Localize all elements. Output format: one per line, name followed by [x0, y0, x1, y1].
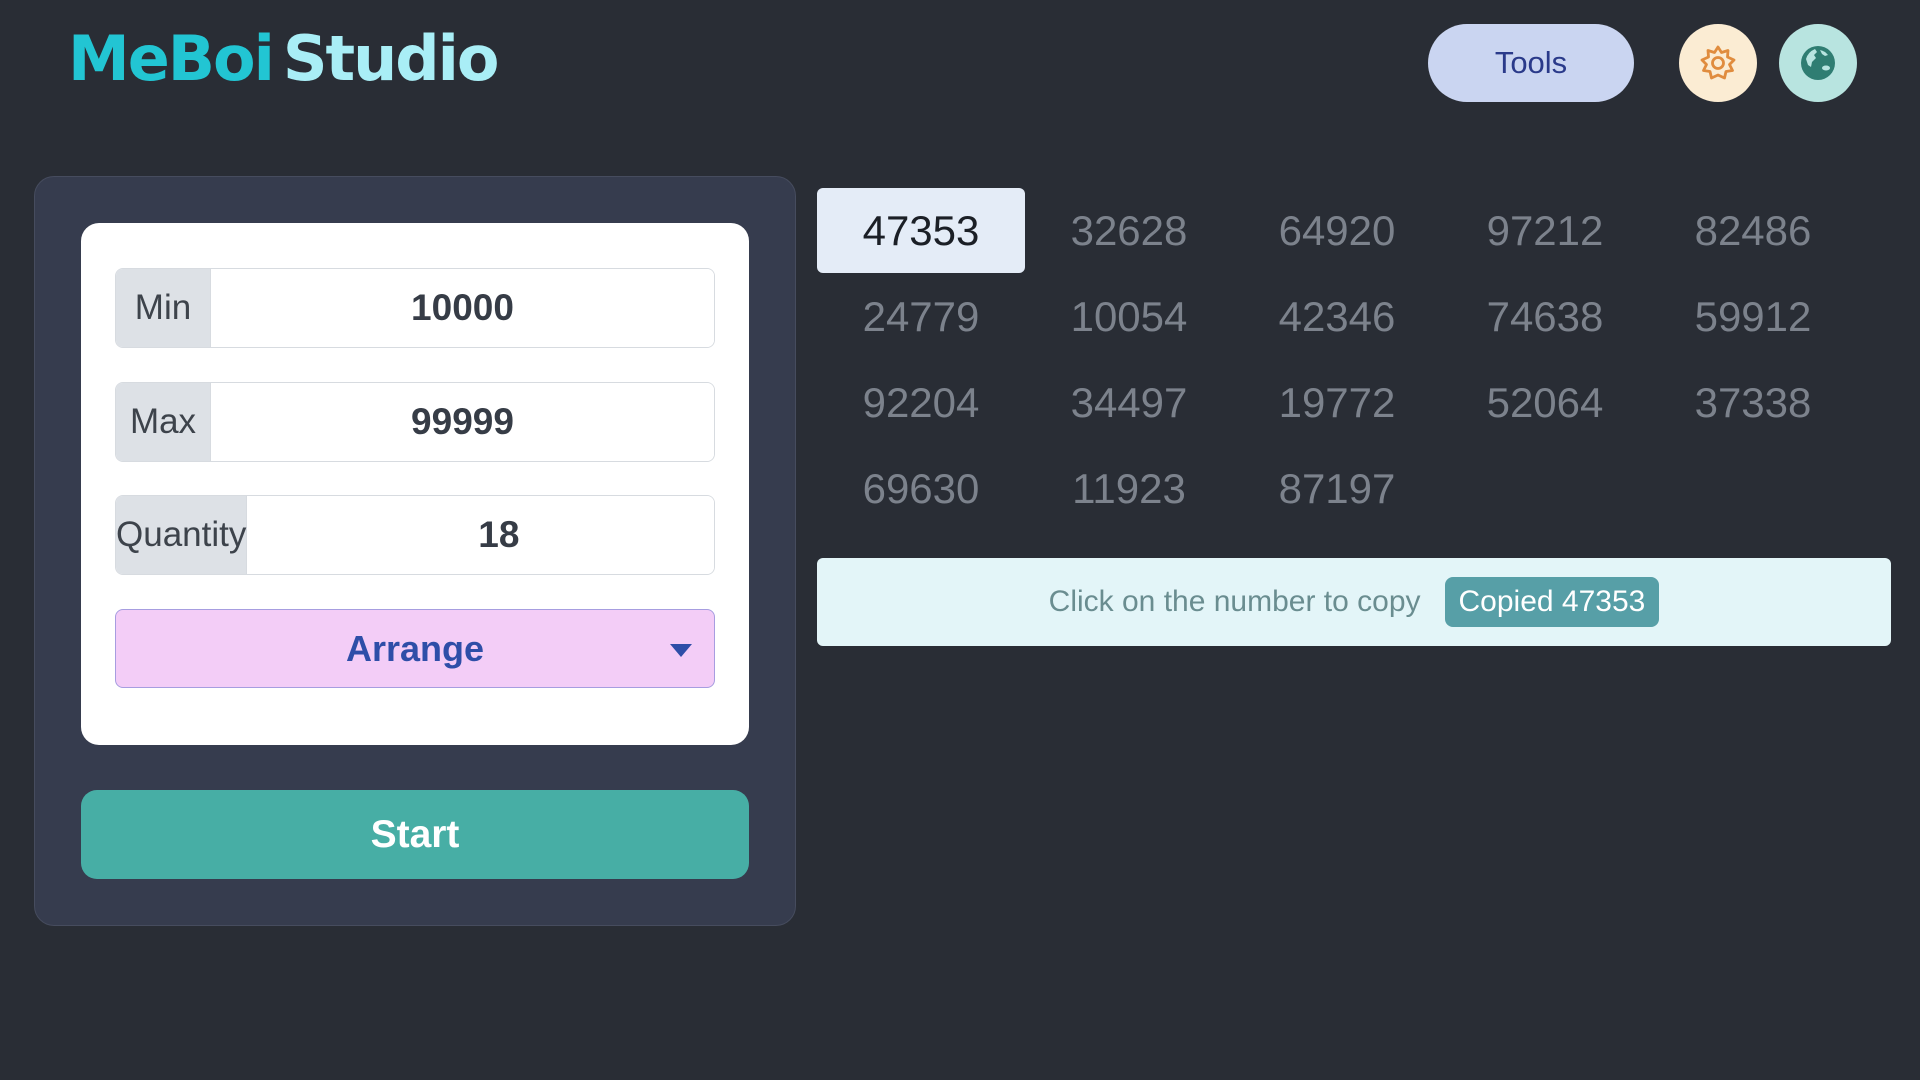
quantity-field: Quantity	[115, 495, 715, 575]
result-number[interactable]: 69630	[817, 446, 1025, 531]
settings-button[interactable]	[1679, 24, 1757, 102]
logo-primary-text: MeBoi	[68, 22, 275, 95]
result-number[interactable]: 87197	[1233, 446, 1441, 531]
copy-hint: Click on the number to copy	[1048, 585, 1421, 618]
app-header: MeBoi Studio Tools	[0, 0, 1920, 130]
result-number[interactable]: 37338	[1649, 360, 1857, 445]
result-number[interactable]: 47353	[817, 188, 1025, 273]
arrange-select[interactable]: Arrange	[115, 609, 715, 688]
result-number[interactable]: 52064	[1441, 360, 1649, 445]
result-number[interactable]: 92204	[817, 360, 1025, 445]
result-number[interactable]: 11923	[1025, 446, 1233, 531]
quantity-input[interactable]	[247, 496, 714, 574]
result-number[interactable]: 74638	[1441, 274, 1649, 359]
min-field: Min	[115, 268, 715, 348]
logo-secondary-text: Studio	[282, 22, 500, 95]
result-number[interactable]: 42346	[1233, 274, 1441, 359]
quantity-label: Quantity	[116, 496, 248, 574]
result-number[interactable]: 64920	[1233, 188, 1441, 273]
max-label: Max	[116, 383, 211, 461]
result-number[interactable]: 32628	[1025, 188, 1233, 273]
result-number[interactable]: 19772	[1233, 360, 1441, 445]
tools-button[interactable]: Tools	[1428, 24, 1634, 102]
chevron-down-icon	[670, 644, 692, 657]
gear-icon	[1700, 45, 1736, 80]
logo: MeBoi Studio	[68, 22, 500, 95]
result-number[interactable]: 82486	[1649, 188, 1857, 273]
result-number[interactable]: 10054	[1025, 274, 1233, 359]
result-number[interactable]: 24779	[817, 274, 1025, 359]
start-button[interactable]: Start	[81, 790, 749, 879]
min-label: Min	[116, 269, 211, 347]
copied-badge: Copied 47353	[1444, 577, 1660, 627]
copy-info-bar: Click on the number to copy Copied 47353	[817, 558, 1891, 646]
arrange-selected-value: Arrange	[345, 627, 485, 669]
max-input[interactable]	[211, 383, 714, 461]
result-number[interactable]: 59912	[1649, 274, 1857, 359]
result-number[interactable]: 97212	[1441, 188, 1649, 273]
min-input[interactable]	[211, 269, 714, 347]
max-field: Max	[115, 382, 715, 462]
language-button[interactable]	[1779, 24, 1857, 102]
result-number[interactable]: 34497	[1025, 360, 1233, 445]
globe-icon	[1801, 46, 1835, 80]
